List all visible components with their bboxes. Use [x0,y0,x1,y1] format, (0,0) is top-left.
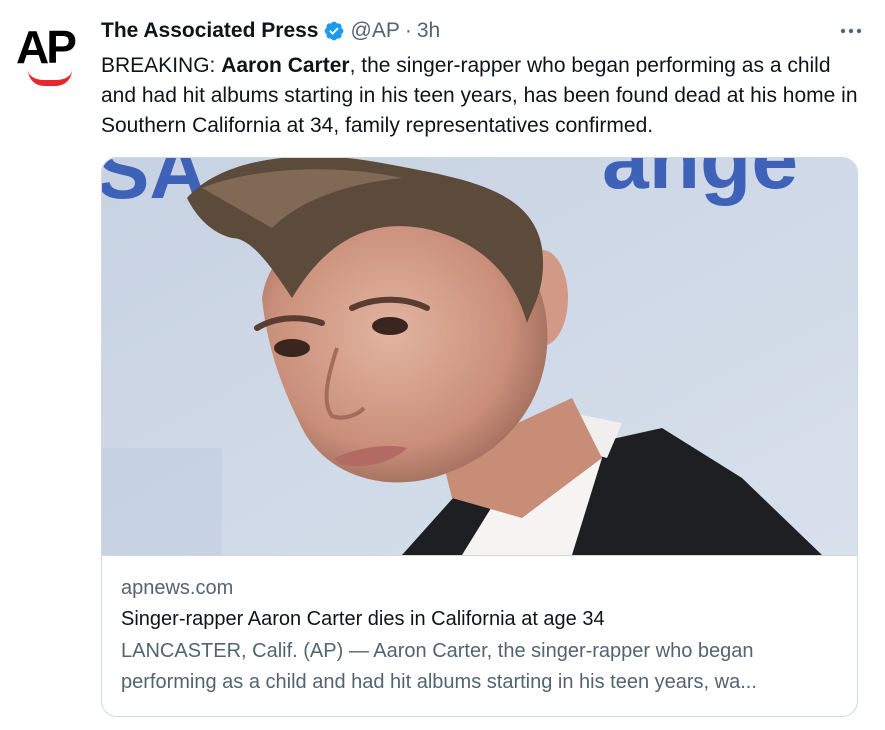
tweet-text-bold-name[interactable]: Aaron Carter [221,54,349,77]
tweet-text: BREAKING: Aaron Carter, the singer-rappe… [101,51,861,141]
avatar[interactable]: AP [14,18,77,88]
portrait-photo: SA ange [102,158,857,555]
author-name[interactable]: The Associated Press [101,19,319,43]
tweet-text-prefix: BREAKING: [101,54,222,77]
link-preview-card[interactable]: SA ange apnews.com Singer-rapper Aaron C… [101,157,858,717]
tweet-timestamp[interactable]: 3h [417,19,440,43]
verified-badge-icon [323,20,345,42]
card-image[interactable]: SA ange [102,158,857,556]
more-options-button[interactable] [837,18,865,42]
card-meta: apnews.com Singer-rapper Aaron Carter di… [121,573,841,698]
tweet-header: The Associated Press @AP · 3h [101,16,865,46]
separator-dot: · [404,19,412,42]
author-handle[interactable]: @AP [351,19,400,43]
svg-text:ange: ange [602,158,798,206]
ellipsis-icon [840,21,862,39]
card-title[interactable]: Singer-rapper Aaron Carter dies in Calif… [121,603,841,636]
avatar-logo-arc [28,70,72,86]
avatar-logo-text: AP [16,21,77,73]
backdrop-text: SA [102,158,207,215]
card-description: LANCASTER, Calif. (AP) — Aaron Carter, t… [121,640,757,693]
tweet[interactable]: AP The Associated Press @AP · 3h BREAKIN… [0,0,885,730]
card-domain: apnews.com [121,577,234,599]
